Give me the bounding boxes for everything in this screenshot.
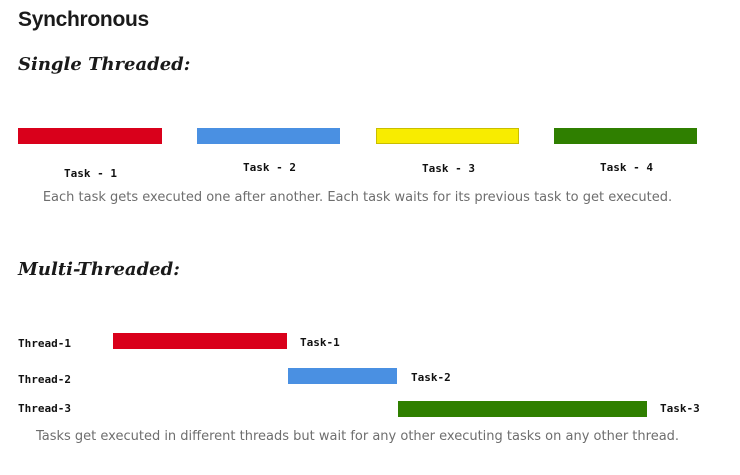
task-2-label: Task - 2 xyxy=(243,161,296,174)
task-2-bar xyxy=(197,128,340,144)
thread-2-task-bar xyxy=(288,368,397,384)
task-4-label: Task - 4 xyxy=(600,161,653,174)
single-threaded-caption: Each task gets executed one after anothe… xyxy=(42,190,673,205)
multi-threaded-caption: Tasks get executed in different threads … xyxy=(35,429,680,444)
thread-2-label: Thread-2 xyxy=(18,373,71,386)
multi-threaded-heading: Multi-Threaded: xyxy=(18,259,180,280)
single-threaded-heading: Single Threaded: xyxy=(18,54,191,75)
task-1-label: Task - 1 xyxy=(64,167,117,180)
thread-3-task-bar xyxy=(398,401,647,417)
task-4-bar xyxy=(554,128,697,144)
thread-1-task-label: Task-1 xyxy=(300,336,340,349)
thread-1-label: Thread-1 xyxy=(18,337,71,350)
task-3-bar xyxy=(376,128,519,144)
thread-3-label: Thread-3 xyxy=(18,402,71,415)
page-title: Synchronous xyxy=(18,8,149,31)
task-3-label: Task - 3 xyxy=(422,162,475,175)
thread-1-task-bar xyxy=(113,333,287,349)
thread-3-task-label: Task-3 xyxy=(660,402,700,415)
thread-2-task-label: Task-2 xyxy=(411,371,451,384)
task-1-bar xyxy=(18,128,162,144)
